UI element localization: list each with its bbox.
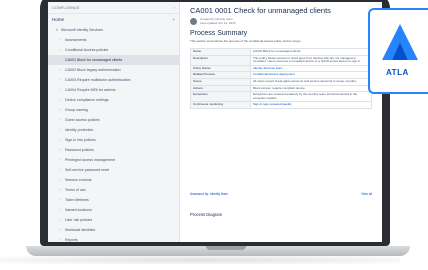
table-key: Exceptions	[190, 91, 251, 103]
sidebar-item[interactable]: › CA002 Block legacy authentication	[48, 65, 179, 75]
table-key: Scope	[190, 77, 251, 86]
sidebar-item[interactable]: › Privileged access management	[48, 155, 179, 165]
sidebar-item-label: Reports	[65, 238, 78, 242]
sidebar-item-label: Token lifetimes	[65, 198, 89, 202]
table-key: Continuous monitoring	[190, 101, 251, 109]
sidebar-item-label: Terms of use	[65, 188, 86, 192]
sidebar-item-label: CA004 Require MFA for admins	[65, 88, 116, 92]
sidebar-item[interactable]: › CA003 Require multifactor authenticatio…	[48, 75, 179, 85]
laptop: CONFLUENCE ‹ Home + ▾ Microsoft Identity …	[26, 0, 410, 262]
table-row: Name CA001 Block for unmanaged clients	[190, 48, 372, 56]
table-value: Exceptions are reviewed quarterly by the…	[250, 91, 372, 103]
page-tree: ▾ Microsoft Identity Services › Assessments…	[48, 24, 179, 242]
sidebar-item[interactable]: › Workload identities	[48, 225, 179, 235]
sidebar-header-label: CONFLUENCE	[52, 5, 80, 10]
sidebar-item[interactable]: › Self-service password reset	[48, 165, 179, 175]
sidebar-item-label: CA001 Block for unmanaged clients	[65, 58, 123, 62]
process-summary-table: Name CA001 Block for unmanaged clients Des…	[190, 48, 372, 109]
sidebar-item[interactable]: › Sign-in risk policies	[48, 135, 179, 145]
atlassian-wordmark: ATLA	[386, 68, 409, 77]
sidebar-item[interactable]: › Password policies	[48, 145, 179, 155]
sidebar-item-label: Group naming	[65, 108, 88, 112]
page-meta: Created by Identity team Last updated Ju…	[190, 17, 236, 26]
table-key: Related Process	[190, 71, 251, 79]
table-key: Actions	[190, 84, 251, 93]
sidebar-item[interactable]: CA001 Block for unmanaged clients	[48, 55, 179, 65]
section-heading: Process Summary	[190, 30, 248, 37]
sidebar-item[interactable]: › User risk policies	[48, 215, 179, 225]
table-value: This policy blocks access to cloud apps …	[250, 54, 372, 66]
table-value: CA001 Block for unmanaged clients	[250, 48, 372, 56]
page-content: CA001 0001 Check for unmanaged clients C…	[180, 2, 382, 242]
sidebar-item[interactable]: › Guest access policies	[48, 115, 179, 125]
table-row: Related Process Conditional Access deploy…	[190, 71, 372, 79]
section-intro: This section summarizes the purpose of t…	[190, 39, 302, 43]
sidebar-item[interactable]: › CA004 Require MFA for admins	[48, 85, 179, 95]
sidebar-item[interactable]: › Terms of use	[48, 185, 179, 195]
sidebar-item[interactable]: › Conditional Access policies	[48, 45, 179, 55]
sidebar-item-label: Session controls	[65, 178, 92, 182]
sidebar-home-label: Home	[52, 16, 65, 22]
table-value-link[interactable]: Sign-in logs reviewed weekly	[250, 101, 372, 109]
sidebar-item-label: Password policies	[65, 148, 94, 152]
view-all-link[interactable]: View all	[361, 192, 372, 196]
atlassian-badge: ATLA	[368, 8, 428, 94]
page-title: CA001 0001 Check for unmanaged clients	[190, 6, 331, 15]
add-page-icon[interactable]: +	[172, 17, 175, 22]
collapse-sidebar-icon[interactable]: ‹	[174, 5, 175, 10]
table-row: Continuous monitoring Sign-in logs review…	[190, 101, 372, 109]
sidebar-item-label: Workload identities	[65, 228, 96, 232]
table-key: Policy Owner	[190, 64, 251, 73]
sidebar-item[interactable]: ▾ Microsoft Identity Services	[48, 25, 179, 35]
sidebar-item-label: Identity protection	[65, 128, 94, 132]
sidebar-item-label: Device compliance settings	[65, 98, 109, 102]
sidebar-item[interactable]: › Token lifetimes	[48, 195, 179, 205]
sidebar-item-label: Sign-in risk policies	[65, 138, 96, 142]
sidebar-home[interactable]: Home +	[48, 14, 179, 24]
sidebar-item-label: CA002 Block legacy authentication	[65, 68, 121, 72]
table-value-link[interactable]: Identity Services team	[250, 64, 372, 73]
sidebar: CONFLUENCE ‹ Home + ▾ Microsoft Identity …	[48, 2, 180, 242]
sidebar-item-label: Microsoft Identity Services	[61, 28, 103, 32]
sidebar-item-label: CA003 Require multifactor authentication	[65, 78, 131, 82]
sidebar-item-label: Assessments	[65, 38, 87, 42]
table-key: Description	[190, 54, 251, 66]
table-row: Description This policy blocks access to …	[190, 54, 372, 66]
sidebar-item-label: Named locations	[65, 208, 92, 212]
sidebar-item[interactable]: › Device compliance settings	[48, 95, 179, 105]
sidebar-item-label: Conditional Access policies	[65, 48, 109, 52]
table-row: Exceptions Exceptions are reviewed quarte…	[190, 91, 372, 103]
summary-footer: Assessed by: Identity team View all	[190, 192, 372, 196]
sidebar-item[interactable]: › Group naming	[48, 105, 179, 115]
sidebar-item[interactable]: › Identity protection	[48, 125, 179, 135]
sidebar-item[interactable]: › Reports	[48, 235, 179, 242]
avatar[interactable]	[190, 18, 197, 26]
atlassian-logo-icon	[382, 24, 418, 60]
meta-date: Last updated Jun 14, 2023	[200, 20, 236, 25]
sidebar-item[interactable]: › Assessments	[48, 35, 179, 45]
sidebar-header: CONFLUENCE ‹	[48, 2, 179, 14]
assessed-by-link[interactable]: Assessed by: Identity team	[190, 192, 228, 196]
sidebar-item-label: Guest access policies	[65, 118, 100, 122]
table-value: Block access; require compliant device.	[250, 84, 372, 93]
sidebar-item[interactable]: › Session controls	[48, 175, 179, 185]
sidebar-item-label: Privileged access management	[65, 158, 115, 162]
table-value-link[interactable]: Conditional Access deployment	[250, 71, 372, 79]
diagram-heading: Process Diagram	[190, 212, 223, 217]
table-value: All users except break glass accounts an…	[250, 77, 372, 86]
table-key: Name	[190, 48, 251, 56]
sidebar-item[interactable]: › Named locations	[48, 205, 179, 215]
laptop-screen: CONFLUENCE ‹ Home + ▾ Microsoft Identity …	[48, 2, 382, 242]
table-row: Policy Owner Identity Services team	[190, 64, 372, 73]
table-row: Actions Block access; require compliant d…	[190, 84, 372, 93]
sidebar-item-label: User risk policies	[65, 218, 93, 222]
table-row: Scope All users except break glass accoun…	[190, 77, 372, 86]
laptop-notch	[206, 246, 246, 250]
sidebar-item-label: Self-service password reset	[65, 168, 110, 172]
